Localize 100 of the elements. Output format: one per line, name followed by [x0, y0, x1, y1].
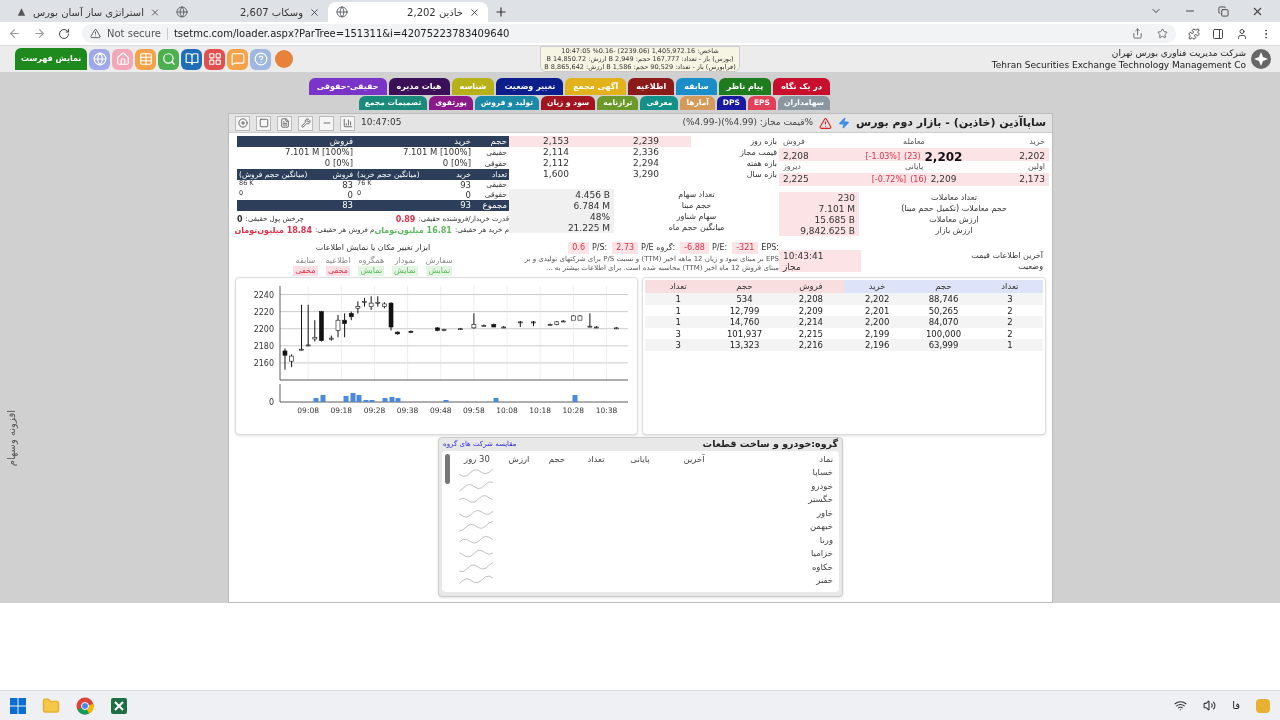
document-icon[interactable]: [277, 115, 292, 131]
price-limit: %قیمت مجاز: (4.99%)(-4.99%): [682, 116, 814, 130]
range-label: قیمت مجاز: [738, 146, 778, 159]
bar-icon[interactable]: [319, 115, 334, 131]
nav-tab[interactable]: سابقه: [676, 78, 717, 95]
range-low: 2,112: [542, 156, 570, 170]
network-icon[interactable]: [1174, 699, 1188, 712]
candle: [518, 320, 523, 328]
nav-tab[interactable]: هیات مدیره: [388, 78, 450, 95]
table-cell-text: 2,216: [797, 339, 824, 352]
back-icon[interactable]: [8, 27, 21, 40]
nav-tab[interactable]: تغییر وضعیت: [496, 78, 564, 95]
stat-value: 21.225 M: [509, 222, 614, 233]
book-button[interactable]: [181, 48, 203, 70]
price-label: پایانی: [903, 161, 925, 173]
close-icon[interactable]: [469, 6, 480, 18]
spreadsheet-icon[interactable]: [110, 696, 128, 715]
candle: [471, 312, 477, 330]
table-cell-text: 84,070: [927, 316, 960, 329]
table-cell-text: 100,000: [924, 327, 963, 341]
stat-label: ارزش بازار: [934, 224, 974, 237]
notification-icon[interactable]: [1256, 698, 1270, 713]
stat-label: حجم معاملات (تکمیل حجم مبنا): [900, 202, 1008, 215]
table-icon: [138, 52, 153, 66]
candle: [408, 329, 414, 334]
table-cell-text: 93: [459, 199, 472, 212]
address-bar[interactable]: Not secure tsetmc.com/loader.aspx?ParTree=151311&i=42075223783409640: [82, 24, 1176, 43]
table-cell-text: 2,215: [797, 327, 824, 341]
side-label[interactable]: افزونه وسهام: [4, 409, 19, 467]
nav-tab[interactable]: در یک نگاه: [773, 78, 830, 95]
table-cell-text: 1: [674, 316, 682, 329]
folder-icon[interactable]: [42, 696, 60, 715]
home-button[interactable]: [112, 48, 134, 70]
range-high: 2,239: [632, 134, 660, 148]
display-toggle[interactable]: سفارش نمایش: [425, 256, 453, 276]
stat-value: 48%: [509, 211, 614, 222]
column-header: حجم: [547, 453, 567, 466]
table-cell-text: 13,323: [728, 339, 761, 352]
candle: [501, 325, 506, 329]
search-button[interactable]: [158, 48, 180, 70]
stat-value: 15.685 B: [779, 214, 859, 225]
axis-label: 2160: [253, 358, 274, 368]
forward-icon[interactable]: [33, 27, 46, 40]
profile-icon[interactable]: [1236, 27, 1248, 40]
restore-icon[interactable]: [1218, 5, 1229, 17]
language-indicator[interactable]: فا: [1232, 698, 1240, 713]
column-header: پایانی: [629, 453, 651, 466]
table-cell-text: 7.101 M [100%]: [402, 146, 472, 159]
bookmark-icon[interactable]: [1157, 28, 1168, 39]
site-logo-icon: [16, 6, 27, 18]
table-header: مجموع: [481, 199, 508, 212]
nav-tab[interactable]: پیام ناظر: [718, 78, 772, 95]
block-icon[interactable]: [256, 115, 271, 131]
price-value: 2,208: [783, 150, 809, 164]
side-panel-icon[interactable]: [1212, 27, 1224, 40]
new-badge-icon[interactable]: [275, 50, 294, 68]
table-cell-text: 2,209: [797, 304, 824, 318]
warning-icon: [819, 116, 833, 130]
globe-button[interactable]: [89, 48, 111, 70]
price-value: 2,225: [783, 173, 809, 186]
candle: [481, 323, 487, 327]
nav-tab[interactable]: حقیقی-حقوقی: [308, 78, 387, 95]
nav-tab[interactable]: اطلاعیه: [628, 78, 675, 95]
help-button[interactable]: [250, 48, 272, 70]
table-cell-text: 2: [1006, 304, 1014, 318]
table-cell-text: 50,265: [927, 304, 960, 318]
reload-icon[interactable]: [58, 27, 70, 40]
table-button[interactable]: [135, 48, 157, 70]
browser-icon[interactable]: [76, 696, 94, 715]
ratio-label: EPS:: [761, 242, 779, 254]
message-button[interactable]: [227, 48, 249, 70]
stock-title: ساپاآذین (خاذین) - بازار دوم بورس: [856, 114, 1046, 131]
list-button[interactable]: نمایش فهرست: [15, 48, 88, 70]
stat-value: 0.89: [395, 214, 416, 225]
share-icon[interactable]: [1132, 28, 1143, 39]
scrollbar-thumb[interactable]: [445, 454, 450, 484]
table-cell-text: 0: [347, 188, 353, 201]
column-header: تعداد: [645, 280, 712, 293]
search-icon: [161, 52, 176, 66]
table-cell-text: 0 [0%]: [441, 157, 472, 170]
ratio-value: -6.88: [680, 242, 709, 254]
stat-label: آخرین اطلاعات قیمت: [970, 249, 1044, 262]
new-tab-icon[interactable]: [494, 5, 508, 19]
move-icon[interactable]: [235, 115, 250, 131]
browser-tab[interactable]: خاذین 2,202: [328, 2, 488, 22]
volume-icon[interactable]: [1203, 699, 1217, 712]
table-cell-text: 534: [735, 293, 754, 306]
extensions-icon[interactable]: [1188, 27, 1200, 40]
range-high: 2,294: [632, 156, 660, 170]
column-header: حجم: [711, 280, 778, 293]
price-change-count: (16): [910, 173, 927, 186]
price-label: خرید: [1028, 136, 1045, 148]
close-icon[interactable]: [309, 6, 320, 18]
start-icon[interactable]: [10, 697, 26, 714]
grid-button[interactable]: [204, 48, 226, 70]
tools-icon[interactable]: [298, 115, 313, 131]
candle: [531, 320, 536, 327]
chart-icon[interactable]: [340, 115, 355, 131]
table-cell-text: 2,201: [864, 304, 891, 318]
price-label: اولین: [1026, 161, 1045, 173]
